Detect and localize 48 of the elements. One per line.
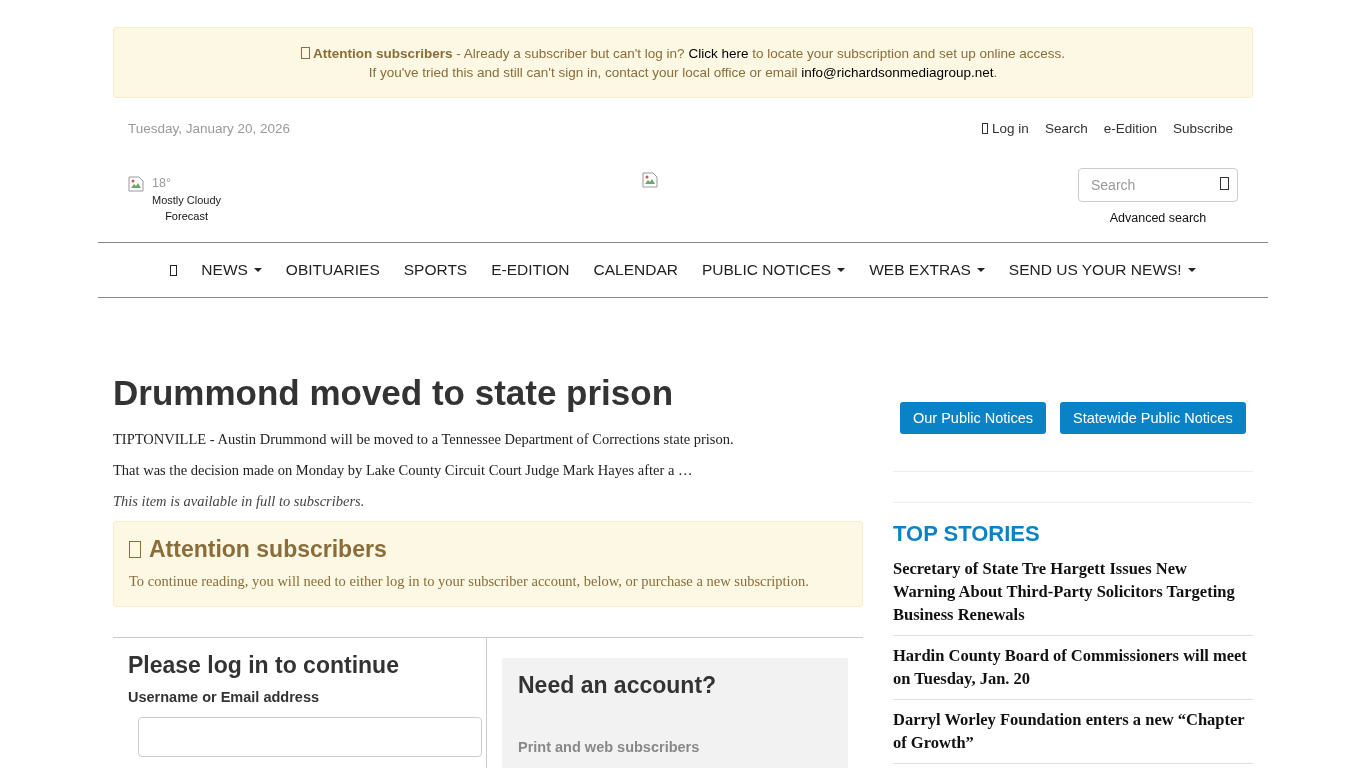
- username-field[interactable]: [138, 716, 482, 757]
- story-link[interactable]: Darryl Worley Foundation enters a new “Chapter of Growth”: [893, 708, 1253, 754]
- paywall-title: Attention subscribers: [149, 535, 387, 563]
- account-title: Need an account?: [518, 671, 718, 699]
- article-paragraph: TIPTONVILLE - Austin Drummond will be moved to a Tennessee Department of Corrections state prison.: [113, 430, 735, 448]
- notices-button[interactable]: Statewide Public Notices: [1060, 402, 1246, 434]
- nav-link[interactable]: OBITUARIES: [285, 261, 380, 279]
- subscriber-note: This item is available in full to subscribers.: [113, 492, 366, 510]
- alert-text: .: [993, 65, 998, 80]
- email-link[interactable]: info@richardsonmediagroup.net: [801, 65, 994, 80]
- caret-icon: [837, 268, 846, 272]
- alert-title: Attention subscribers: [312, 46, 453, 61]
- alert-text: If you've tried this and still can't sign in, contact your local office or email: [368, 65, 799, 80]
- username-label: Username or Email address: [128, 688, 320, 705]
- top-stories-title: TOP STORIES: [893, 521, 1041, 547]
- nav-menu[interactable]: WEB EXTRAS: [869, 261, 985, 279]
- broken-image-icon: [128, 176, 144, 192]
- broken-image-icon: [641, 172, 658, 188]
- nav-link[interactable]: SPORTS: [403, 261, 468, 279]
- temperature: 18°: [152, 176, 171, 190]
- nav-menu[interactable]: SEND US YOUR NEWS!: [1008, 261, 1196, 279]
- alert-text: - Already a subscriber but can't log in?: [455, 46, 686, 61]
- article-title: Drummond moved to state prison: [113, 374, 675, 413]
- story-link[interactable]: Secretary of State Tre Hargett Issues New Warning About Third-Party Solicitors Targeting Business Renewals: [893, 557, 1253, 626]
- article-paragraph: That was the decision made on Monday by Lake County Circuit Court Judge Mark Hayes after a …: [113, 461, 694, 479]
- advanced-search-link[interactable]: Advanced search: [1109, 211, 1207, 225]
- nav-menu[interactable]: PUBLIC NOTICES: [702, 261, 846, 279]
- story-link[interactable]: Hardin County Board of Commissioners will meet on Tuesday, Jan. 20: [893, 644, 1253, 690]
- date-text: Tuesday, January 20, 2026: [128, 120, 291, 136]
- forecast-link[interactable]: Forecast: [165, 210, 208, 222]
- login-title: Please log in to continue: [128, 651, 400, 679]
- top-link[interactable]: Search: [1044, 120, 1088, 136]
- account-subtitle: Print and web subscribers: [518, 738, 701, 755]
- weather-condition: Mostly Cloudy: [152, 194, 222, 206]
- top-link[interactable]: e-Edition: [1103, 120, 1157, 136]
- click-here-link[interactable]: Click here: [688, 46, 749, 61]
- paywall-text: To continue reading, you will need to either log in to your subscriber account, below, or purchase a new subscription.: [129, 572, 810, 590]
- caret-icon: [1187, 268, 1196, 272]
- caret-icon: [976, 268, 985, 272]
- search-field[interactable]: Search: [1078, 168, 1238, 202]
- nav-link[interactable]: E-EDITION: [491, 261, 570, 279]
- nav-menu[interactable]: NEWS: [201, 261, 262, 279]
- nav-link[interactable]: CALENDAR: [593, 261, 678, 279]
- login-link[interactable]: Log in: [982, 120, 1029, 136]
- top-link[interactable]: Subscribe: [1172, 120, 1233, 136]
- caret-icon: [253, 268, 262, 272]
- alert-text: to locate your subscription and set up online access.: [751, 46, 1066, 61]
- notices-button[interactable]: Our Public Notices: [900, 402, 1047, 434]
